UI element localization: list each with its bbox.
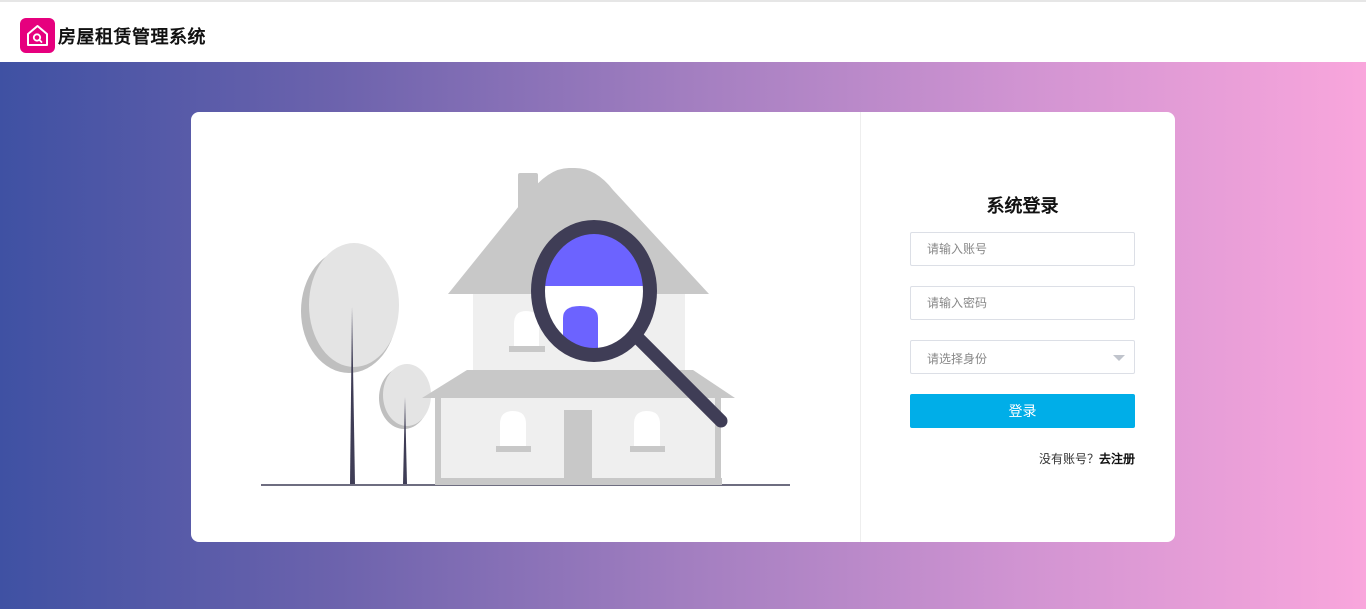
role-select-placeholder: 请选择身份 (927, 352, 988, 366)
top-bar: 房屋租赁管理系统 (0, 0, 1366, 62)
register-prompt: 没有账号？去注册 (1039, 450, 1135, 467)
register-link[interactable]: 去注册 (1099, 452, 1135, 466)
card-divider (860, 112, 861, 542)
caret-down-icon (1113, 355, 1125, 361)
password-input[interactable] (910, 286, 1135, 320)
account-input[interactable] (910, 232, 1135, 266)
no-account-text: 没有账号？ (1038, 452, 1099, 466)
login-card: 系统登录 请选择身份 登录 没有账号？去注册 (191, 112, 1175, 542)
role-select[interactable]: 请选择身份 (910, 340, 1135, 374)
app-title: 房屋租赁管理系统 (58, 27, 206, 48)
login-button[interactable]: 登录 (910, 394, 1135, 428)
logo (20, 18, 55, 53)
house-search-illustration (261, 168, 790, 486)
login-title: 系统登录 (986, 196, 1059, 217)
house-search-icon (27, 25, 48, 46)
